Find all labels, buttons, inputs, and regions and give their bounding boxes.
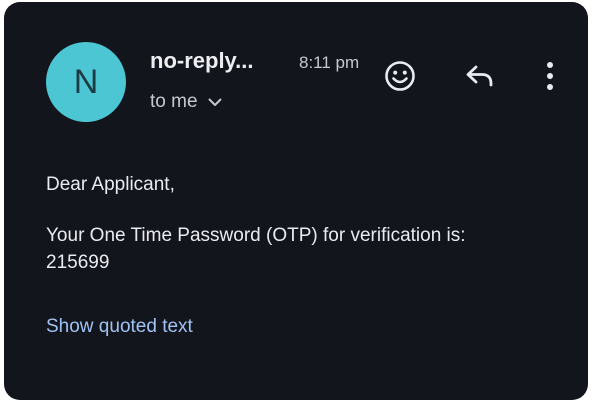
recipient-label: to me bbox=[150, 91, 198, 112]
message-text: Your One Time Password (OTP) for verific… bbox=[46, 225, 466, 246]
sender-avatar[interactable]: N bbox=[46, 42, 126, 122]
sender-name[interactable]: no-reply... bbox=[150, 48, 254, 74]
otp-code: 215699 bbox=[46, 252, 110, 273]
add-reaction-button[interactable] bbox=[380, 56, 420, 96]
email-body: Dear Applicant, Your One Time Password (… bbox=[46, 171, 566, 276]
recipient-toggle[interactable]: to me bbox=[150, 91, 222, 113]
reply-icon bbox=[466, 65, 493, 87]
add-reaction-icon bbox=[385, 61, 415, 91]
show-quoted-text-link[interactable]: Show quoted text bbox=[46, 316, 193, 338]
reply-button[interactable] bbox=[460, 56, 500, 96]
more-vertical-icon bbox=[547, 62, 553, 90]
more-options-button[interactable] bbox=[530, 56, 570, 96]
greeting: Dear Applicant, bbox=[46, 174, 175, 195]
email-time: 8:11 pm bbox=[299, 53, 360, 72]
email-view: N no-reply... 8:11 pm to me Dear Applica… bbox=[4, 2, 588, 400]
chevron-down-icon bbox=[208, 98, 222, 106]
avatar-letter: N bbox=[73, 63, 99, 101]
